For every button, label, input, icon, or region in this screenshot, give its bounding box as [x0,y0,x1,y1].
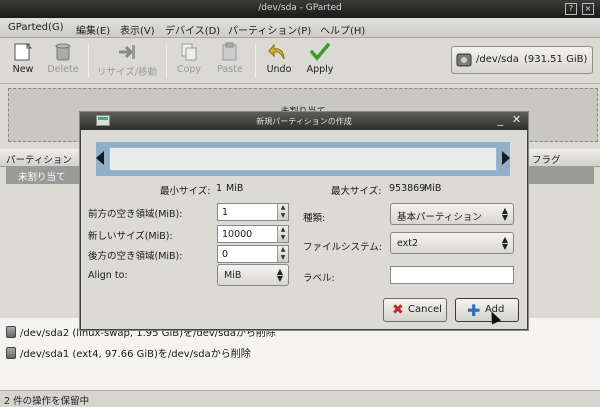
row-partition-name: 未割り当て [18,172,66,183]
toolbar-separator [88,44,89,78]
cancel-button[interactable]: ✖ Cancel [383,298,447,322]
apply-label: Apply [306,64,334,75]
dialog-title: 新規パーティションの作成 [256,117,352,126]
spinner-arrows-icon[interactable]: ▲ ▼ [277,204,288,220]
toolbar-separator [255,44,256,78]
title-bar: /dev/sda - GParted ? × [0,0,600,18]
menu-device[interactable]: デバイス(D) [165,22,220,37]
device-selector[interactable]: /dev/sda (931.51 GiB) [451,46,593,74]
pending-op-text: /dev/sda1 (ext4, 97.66 GiB)を/dev/sdaから削除 [20,349,251,360]
new-size-value: 10000 [222,229,253,240]
menu-edit[interactable]: 編集(E) [76,22,110,37]
close-icon[interactable]: × [582,3,594,15]
updown-arrow-icon: ▲ ▼ [501,235,508,251]
harddisk-icon [456,53,472,67]
free-after-value: 0 [222,249,229,260]
new-button[interactable]: New [6,40,40,82]
menu-bar: GParted(G) 編集(E) 表示(V) デバイス(D) パーティション(P… [0,18,600,38]
menu-partition[interactable]: パーティション(P) [228,22,311,37]
align-to-select[interactable]: MiB ▲ ▼ [217,264,289,286]
min-size-label: 最小サイズ: [160,186,211,197]
checkmark-icon [310,43,330,61]
free-after-spinner[interactable]: 0 ▲ ▼ [217,245,289,263]
menu-help[interactable]: ヘルプ(H) [320,22,365,37]
spinner-arrows-icon[interactable]: ▲ ▼ [277,246,288,262]
delete-label: Delete [47,64,79,75]
label-field-label: ラベル: [303,273,335,284]
device-size: (931.51 GiB) [524,54,588,65]
resize-move-button[interactable]: リサイズ/移動 [94,40,160,82]
copy-button[interactable]: Copy [172,40,206,82]
new-icon [14,42,33,61]
device-path: /dev/sda [476,54,519,65]
window-title: /dev/sda - GParted [258,3,342,13]
close-icon[interactable]: ✕ [510,114,523,127]
new-size-label: 新しいサイズ(MiB): [88,231,173,242]
updown-arrow-icon: ▲ ▼ [276,267,283,283]
toolbar-separator [166,44,167,78]
max-size-value: 953869 [389,183,426,194]
menu-view[interactable]: 表示(V) [120,22,155,37]
list-item[interactable]: /dev/sda1 (ext4, 97.66 GiB)を/dev/sdaから削除 [6,345,251,360]
align-to-value: MiB [224,270,242,281]
cancel-x-icon: ✖ [392,302,404,318]
filesystem-label: ファイルシステム: [303,242,382,253]
status-text: 2 件の操作を保留中 [4,396,90,407]
paste-button[interactable]: Paste [212,40,248,82]
column-flags[interactable]: フラグ [532,152,561,166]
apply-button[interactable]: Apply [302,40,338,82]
right-resize-handle-icon[interactable] [502,151,510,165]
copy-icon [181,43,197,61]
paste-icon [222,42,237,61]
help-icon[interactable]: ? [565,3,577,15]
type-label: 種類: [303,213,326,224]
paste-label: Paste [217,64,243,75]
partition-type-value: 基本パーティション [397,212,482,223]
undo-button[interactable]: Undo [262,40,296,82]
resize-move-label: リサイズ/移動 [97,67,157,78]
filesystem-value: ext2 [397,238,419,249]
add-plus-icon: ✚ [467,301,481,320]
delete-button[interactable]: Delete [44,40,82,82]
undo-icon [268,43,285,60]
resize-move-icon [119,45,135,59]
delete-icon [55,43,71,61]
max-size-label: 最大サイズ: [331,186,382,197]
status-bar: 2 件の操作を保留中 [0,390,600,407]
undo-label: Undo [266,64,292,75]
min-size-value: 1 [216,183,223,194]
free-before-spinner[interactable]: 1 ▲ ▼ [217,203,289,221]
filesystem-select[interactable]: ext2 ▲ ▼ [390,232,514,254]
min-size-unit: MiB [226,183,244,194]
menu-gparted[interactable]: GParted(G) [8,22,64,33]
align-to-label: Align to: [88,270,128,281]
cancel-label: Cancel [408,304,442,315]
partition-type-select[interactable]: 基本パーティション ▲ ▼ [390,203,514,225]
minimize-icon[interactable]: _ [494,114,507,127]
updown-arrow-icon: ▲ ▼ [501,206,508,222]
free-before-value: 1 [222,207,229,218]
column-partition[interactable]: パーティション [6,152,72,166]
new-size-spinner[interactable]: 10000 ▲ ▼ [217,225,289,243]
label-input[interactable] [390,266,514,284]
spinner-arrows-icon[interactable]: ▲ ▼ [277,226,288,242]
max-size-unit: MiB [424,183,442,194]
partition-resizer[interactable] [109,147,497,171]
new-label: New [12,64,34,75]
harddisk-icon [6,326,16,338]
left-resize-handle-icon[interactable] [96,151,104,165]
add-button[interactable]: ✚ Add [455,298,519,322]
copy-label: Copy [176,64,202,75]
free-before-label: 前方の空き領域(MiB): [88,209,183,220]
free-after-label: 後方の空き領域(MiB): [88,251,183,262]
harddisk-icon [6,347,16,359]
dialog-title-bar: 新規パーティションの作成 _ ✕ [80,112,528,130]
